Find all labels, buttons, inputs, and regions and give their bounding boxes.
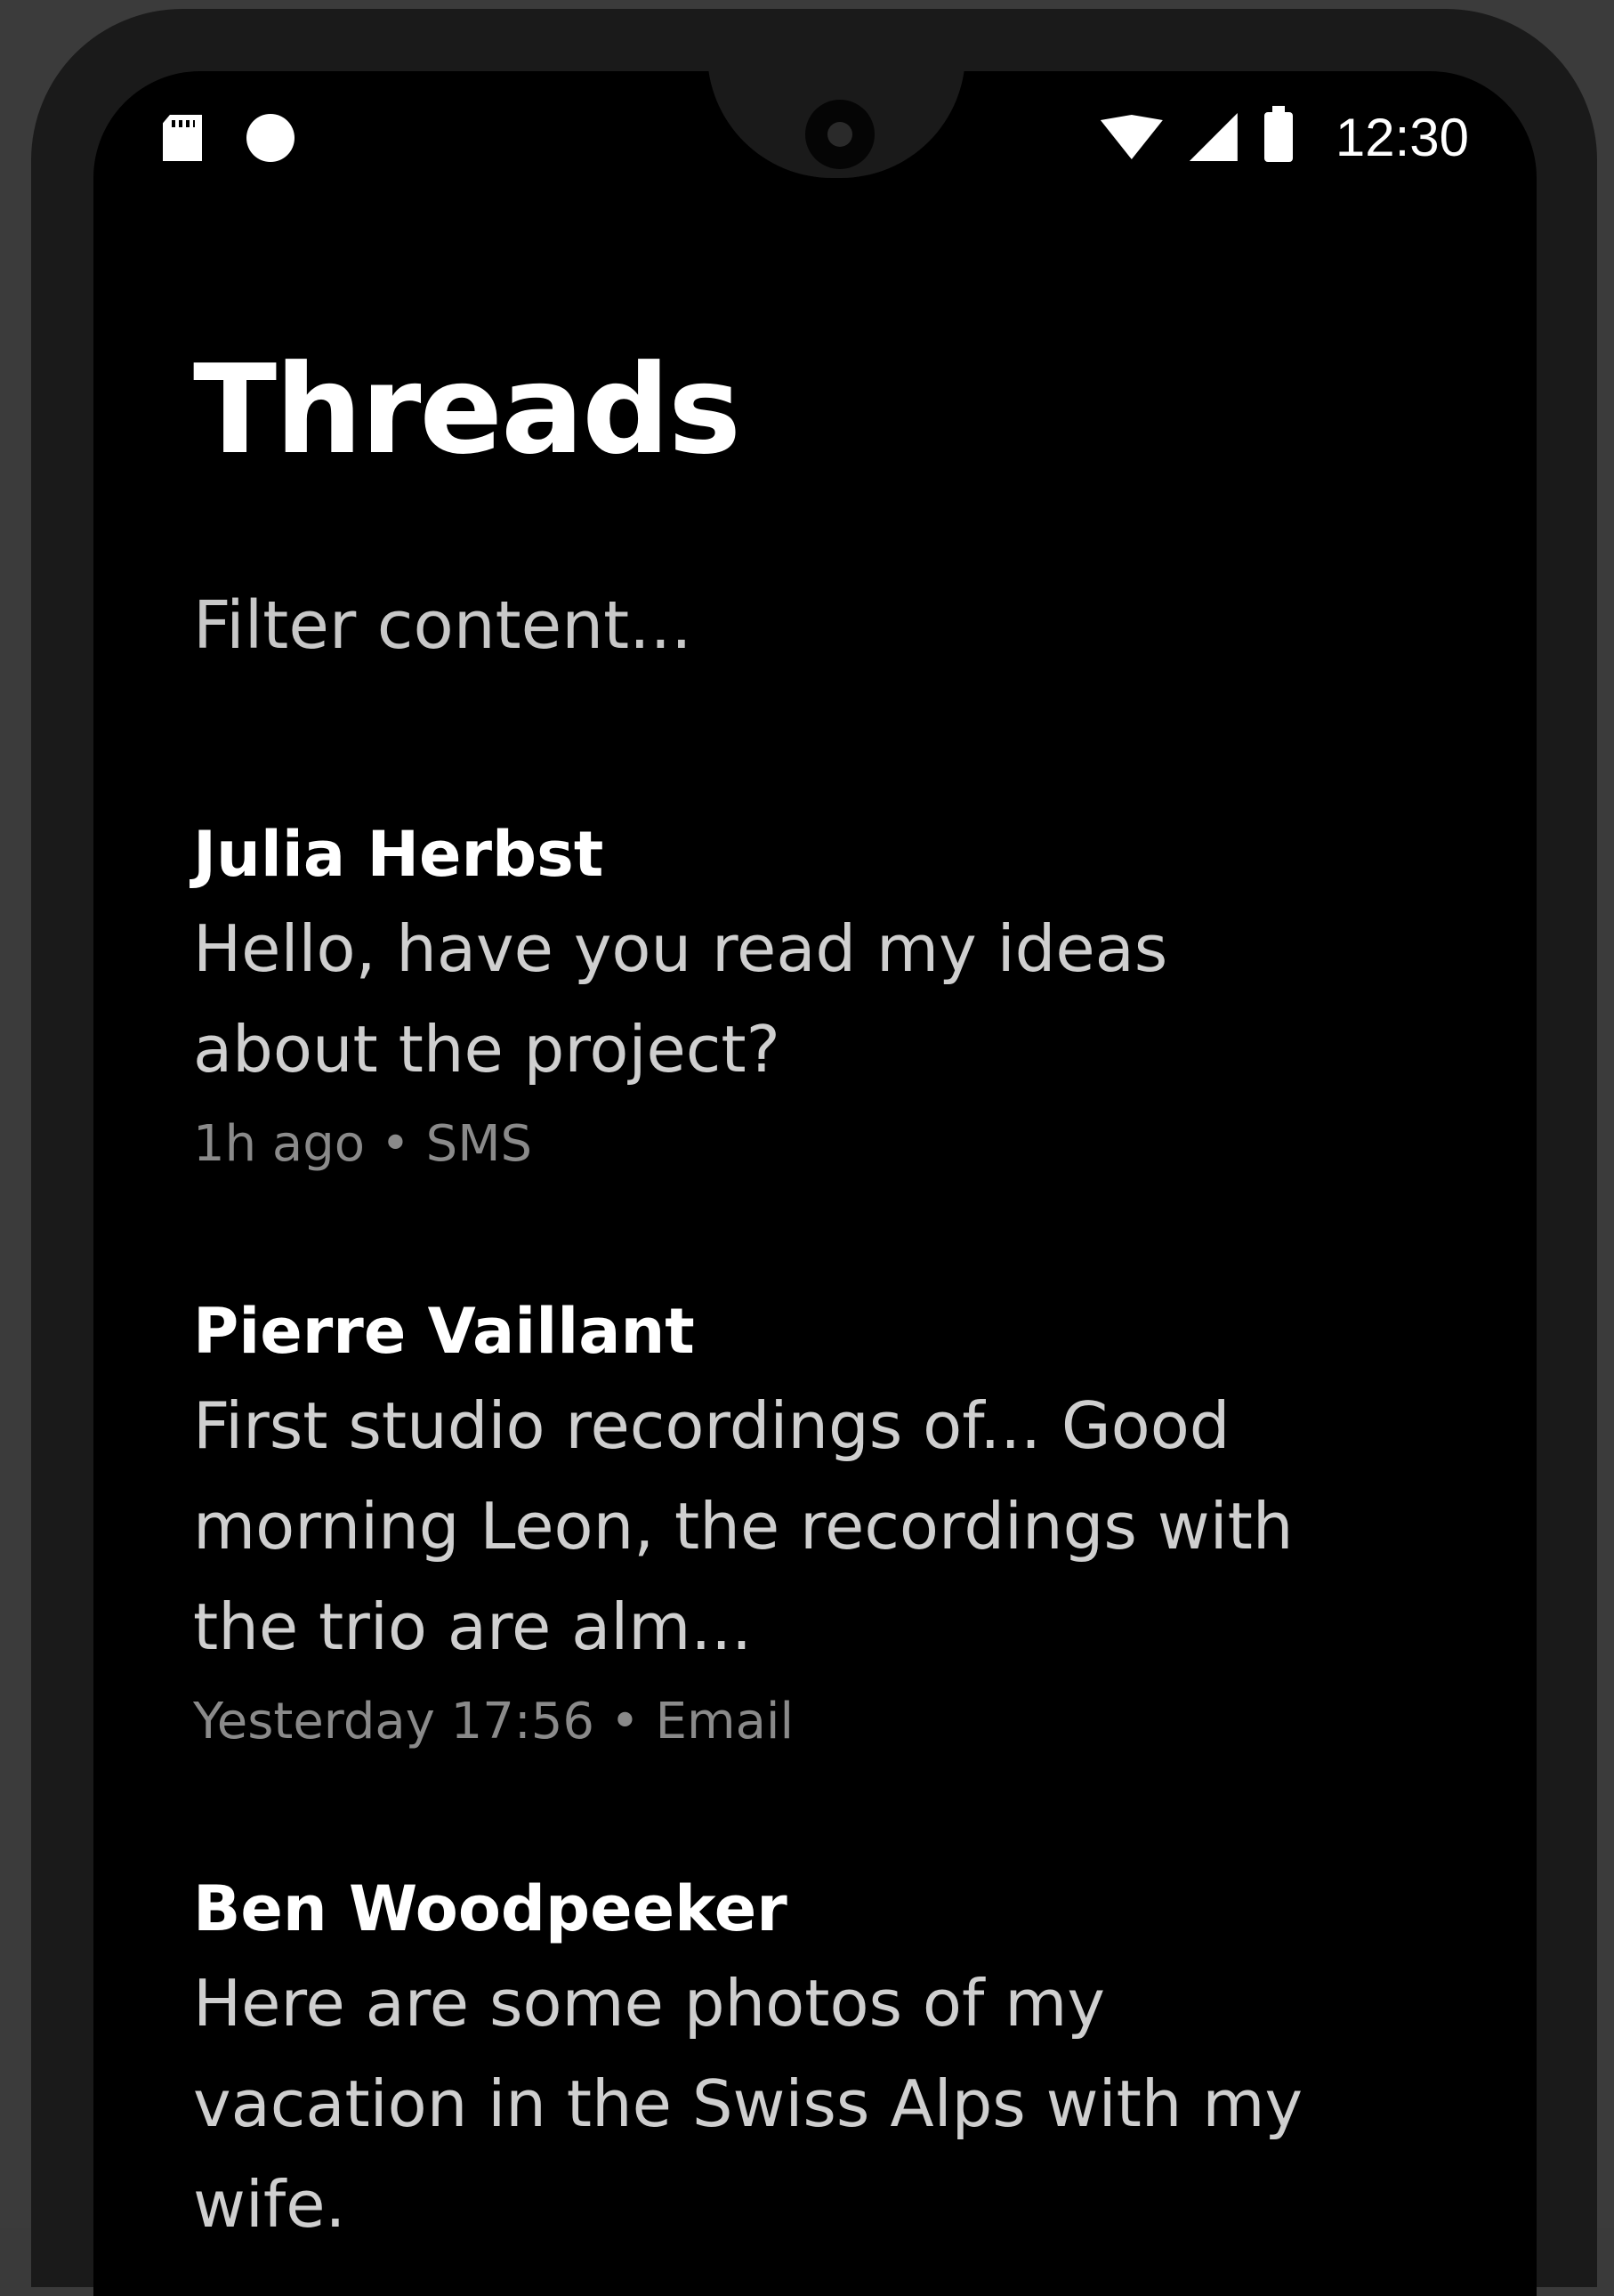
notification-dot-icon xyxy=(246,114,295,162)
thread-sender: Julia Herbst xyxy=(193,818,604,891)
filter-input[interactable] xyxy=(193,587,1439,664)
thread-meta: 1h ago • SMS xyxy=(193,1115,533,1173)
camera-lens xyxy=(827,122,852,147)
thread-preview: First studio recordings of... Good morni… xyxy=(193,1388,1294,1664)
thread-sender: Ben Woodpeeker xyxy=(193,1872,787,1945)
phone-screen: 12:30 Threads Julia Herbst Hello, have y… xyxy=(93,71,1537,2296)
sd-card-icon xyxy=(163,115,202,161)
status-bar-right: 12:30 xyxy=(1100,103,1469,171)
front-camera-icon xyxy=(805,100,875,169)
thread-meta: Yesterday 17:56 • Email xyxy=(193,1693,795,1750)
thread-preview: Hello, have you read my ideas about the … xyxy=(193,911,1168,1087)
wifi-icon xyxy=(1100,115,1163,159)
thread-item[interactable]: Pierre Vaillant First studio recordings … xyxy=(193,1287,1439,1766)
status-clock: 12:30 xyxy=(1335,107,1469,167)
thread-sender: Pierre Vaillant xyxy=(193,1295,695,1368)
battery-icon xyxy=(1263,106,1293,162)
cell-signal-icon xyxy=(1189,113,1238,161)
thread-preview: Here are some photos of my vacation in t… xyxy=(193,1966,1303,2242)
page-title: Threads xyxy=(193,338,741,481)
status-bar-left xyxy=(163,107,295,169)
camera-notch xyxy=(707,71,965,178)
thread-item[interactable]: Julia Herbst Hello, have you read my ide… xyxy=(193,810,1439,1189)
thread-item[interactable]: Ben Woodpeeker Here are some photos of m… xyxy=(193,1864,1439,2255)
thread-list: Julia Herbst Hello, have you read my ide… xyxy=(193,810,1439,2296)
